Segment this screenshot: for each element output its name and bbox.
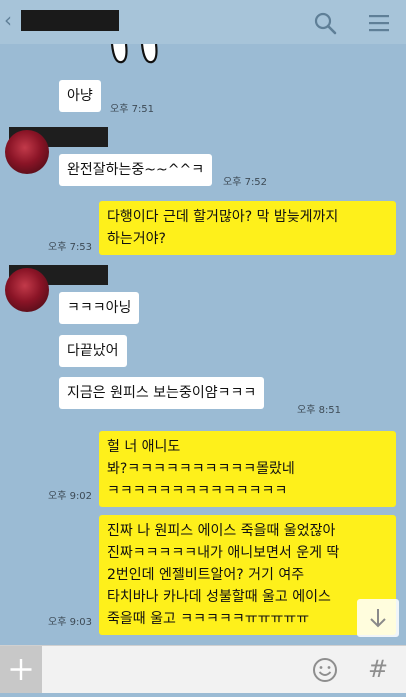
message-time: 오후 8:51 (297, 405, 342, 416)
message-bubble-incoming[interactable]: 지금은 원피스 보는중이얌ㅋㅋㅋ (59, 377, 265, 409)
sender-avatar[interactable] (5, 268, 49, 312)
sharp-search-button[interactable]: # (364, 654, 392, 684)
message-bubble-outgoing[interactable]: 다행이다 근데 할거많아? 막 밤늦게까지 하는거야? (99, 201, 396, 255)
message-time: 오후 7:53 (48, 242, 93, 253)
chat-title-redacted (21, 10, 119, 31)
arrow-down-icon (370, 609, 386, 628)
plus-icon (10, 659, 32, 680)
message-input[interactable] (46, 652, 300, 688)
attach-plus-button[interactable] (0, 646, 42, 693)
search-icon[interactable] (313, 11, 337, 35)
back-icon[interactable]: ‹ (4, 9, 12, 31)
top-bar: ‹ (0, 0, 406, 44)
message-bubble-outgoing[interactable]: 헐 너 애니도 봐?ㅋㅋㅋㅋㅋㅋㅋㅋㅋㅋ몰랐네 ㅋㅋㅋㅋㅋㅋㅋㅋㅋㅋㅋㅋㅋㅋ (99, 431, 396, 507)
message-bubble-incoming[interactable]: 다끝났어 (59, 335, 127, 367)
message-time: 오후 7:52 (223, 177, 268, 188)
message-bubble-incoming[interactable]: 완전잘하는중~~^^ㅋ (59, 154, 213, 186)
message-time: 오후 9:02 (48, 491, 93, 502)
sticker-partial (110, 44, 158, 64)
message-time: 오후 7:51 (110, 104, 155, 115)
message-bubble-incoming[interactable]: 아냥 (59, 80, 101, 112)
message-input-bar: # (0, 645, 406, 693)
hamburger-menu-icon[interactable] (368, 13, 390, 33)
message-bubble-outgoing[interactable]: 진짜 나 원피스 에이스 죽을때 울었잖아 진짜ㅋㅋㅋㅋㅋ내가 애니보면서 운게… (99, 515, 396, 635)
message-bubble-incoming[interactable]: ㅋㅋㅋ아닝 (59, 292, 140, 324)
scroll-to-bottom-button[interactable] (357, 599, 399, 637)
message-time: 오후 9:03 (48, 617, 93, 628)
sender-avatar[interactable] (5, 130, 49, 174)
emoticon-icon[interactable] (312, 657, 338, 683)
